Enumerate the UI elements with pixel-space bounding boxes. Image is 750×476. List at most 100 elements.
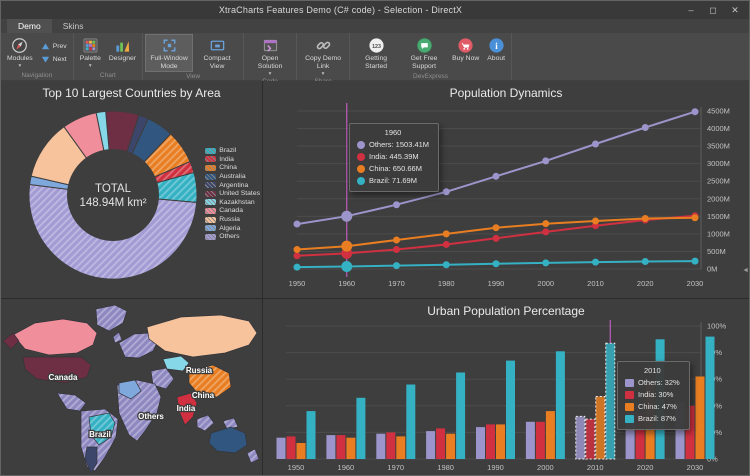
data-point-china-1960[interactable]	[341, 240, 353, 252]
palette-button[interactable]: Palette ▾	[76, 34, 105, 71]
bar-others-1950[interactable]	[276, 437, 286, 459]
minimize-icon[interactable]: –	[680, 2, 702, 18]
map-region-russia[interactable]	[146, 314, 258, 358]
data-point-brazil-1960[interactable]	[341, 260, 353, 272]
data-point-india-2000[interactable]	[542, 228, 550, 236]
bar-brazil-1950[interactable]	[306, 411, 316, 459]
bar-china-1970[interactable]	[396, 436, 406, 459]
bar-china-1950[interactable]	[296, 443, 306, 459]
data-point-china-1990[interactable]	[492, 224, 500, 232]
bar-others-1960[interactable]	[326, 435, 336, 459]
map-region-canada[interactable]	[12, 318, 98, 356]
bar-others-2000[interactable]	[525, 421, 535, 459]
legend-item-united-states[interactable]: United States	[205, 190, 260, 198]
data-point-brazil-2010[interactable]	[592, 258, 599, 266]
data-point-brazil-2000[interactable]	[542, 259, 550, 267]
legend-item-russia[interactable]: Russia	[205, 216, 260, 224]
legend-item-algeria[interactable]: Algeria	[205, 224, 260, 232]
data-point-china-2020[interactable]	[641, 214, 649, 222]
about-button[interactable]: i About	[483, 34, 509, 72]
legend-item-brazil[interactable]: Brazil	[205, 147, 260, 155]
data-point-india-1980[interactable]	[442, 240, 450, 248]
data-point-others-2010[interactable]	[592, 140, 599, 148]
bar-others-2010[interactable]	[575, 415, 586, 460]
bar-india-1960[interactable]	[336, 435, 346, 459]
bar-india-2000[interactable]	[535, 421, 545, 459]
modules-button[interactable]: Modules ▾	[3, 34, 37, 71]
data-point-brazil-1950[interactable]	[293, 263, 301, 271]
bar-china-1980[interactable]	[446, 433, 456, 459]
bar-india-1980[interactable]	[436, 428, 446, 459]
legend-item-kazakhstan[interactable]: Kazakhstan	[205, 199, 260, 207]
maximize-icon[interactable]: ◻	[702, 2, 724, 18]
bar-india-1950[interactable]	[286, 436, 296, 459]
bar-brazil-2030[interactable]	[705, 336, 715, 459]
data-point-brazil-1990[interactable]	[492, 260, 500, 268]
get-free-support-button[interactable]: Get Free Support	[400, 34, 448, 72]
data-point-others-2000[interactable]	[542, 157, 550, 165]
designer-button[interactable]: Designer	[105, 34, 140, 71]
bar-india-1990[interactable]	[486, 424, 495, 459]
data-point-others-1950[interactable]	[293, 220, 301, 228]
bar-brazil-2000[interactable]	[555, 351, 565, 459]
legend-item-india[interactable]: India	[205, 156, 260, 164]
legend-item-australia[interactable]: Australia	[205, 173, 260, 181]
compact-view-button[interactable]: Compact View	[193, 34, 241, 72]
open-solution-button[interactable]: Open Solution ▾	[246, 34, 294, 77]
close-icon[interactable]: ✕	[724, 2, 746, 18]
data-point-china-1950[interactable]	[293, 246, 301, 254]
data-point-others-1980[interactable]	[442, 188, 450, 196]
full-window-mode-button[interactable]: Full-Window Mode	[145, 34, 194, 72]
bar-india-1970[interactable]	[386, 432, 396, 459]
legend-item-others[interactable]: Others	[205, 233, 260, 241]
data-point-china-2030[interactable]	[691, 214, 699, 222]
map-region-others[interactable]	[112, 331, 123, 344]
legend-item-argentina[interactable]: Argentina	[205, 181, 260, 189]
data-point-brazil-1980[interactable]	[442, 261, 450, 269]
next-button[interactable]: Next	[41, 55, 67, 64]
map-region-others[interactable]	[56, 392, 87, 412]
data-point-india-1950[interactable]	[293, 252, 301, 260]
map-region-others[interactable]	[95, 304, 128, 332]
tab-skins[interactable]: Skins	[52, 19, 95, 33]
bar-china-2030[interactable]	[695, 376, 705, 460]
data-point-china-2000[interactable]	[542, 220, 550, 228]
bar-others-1970[interactable]	[376, 433, 386, 459]
data-point-india-1970[interactable]	[393, 246, 400, 254]
data-point-china-2010[interactable]	[592, 217, 599, 225]
bar-brazil-2010[interactable]	[605, 342, 616, 460]
bar-brazil-1990[interactable]	[506, 360, 515, 459]
splitter-collapse-icon[interactable]: ◄	[742, 267, 749, 274]
bar-others-1990[interactable]	[476, 427, 485, 459]
data-point-brazil-2030[interactable]	[691, 257, 699, 265]
data-point-others-1960[interactable]	[341, 210, 353, 222]
bar-brazil-1980[interactable]	[456, 372, 466, 460]
data-point-others-2020[interactable]	[641, 124, 649, 132]
map-region-others[interactable]	[246, 448, 260, 464]
bar-others-1980[interactable]	[426, 431, 436, 459]
tab-demo[interactable]: Demo	[7, 19, 52, 33]
bar-brazil-1970[interactable]	[406, 384, 416, 460]
bar-china-1960[interactable]	[346, 437, 356, 459]
data-point-others-1990[interactable]	[492, 172, 500, 180]
bar-china-2000[interactable]	[545, 411, 555, 459]
data-point-brazil-2020[interactable]	[641, 258, 649, 266]
data-point-others-2030[interactable]	[691, 108, 699, 116]
bar-india-2010[interactable]	[585, 418, 596, 460]
map-region-others[interactable]	[196, 414, 215, 432]
legend-item-canada[interactable]: Canada	[205, 207, 260, 215]
data-point-china-1980[interactable]	[442, 230, 450, 238]
data-point-china-1970[interactable]	[393, 236, 400, 244]
legend-item-china[interactable]: China	[205, 164, 260, 172]
buy-now-button[interactable]: Buy Now	[448, 34, 483, 72]
copy-demo-link-button[interactable]: Copy Demo Link ▾	[299, 34, 347, 77]
bar-china-2010[interactable]	[595, 396, 606, 460]
data-point-others-1970[interactable]	[393, 201, 400, 209]
getting-started-button[interactable]: 123 Getting Started	[352, 34, 400, 72]
data-point-india-1990[interactable]	[492, 234, 500, 242]
bar-brazil-1960[interactable]	[356, 397, 366, 459]
bar-china-1990[interactable]	[496, 424, 505, 459]
map-region-australia[interactable]	[208, 426, 248, 454]
prev-button[interactable]: Prev	[41, 42, 67, 51]
data-point-brazil-1970[interactable]	[393, 262, 400, 270]
